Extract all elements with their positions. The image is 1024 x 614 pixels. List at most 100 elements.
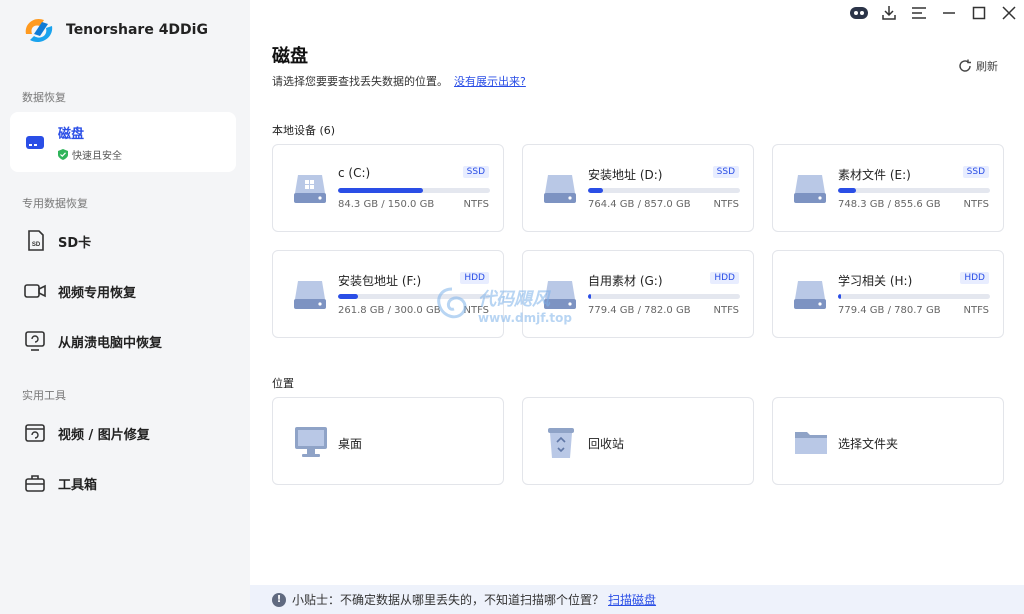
drive-size: 779.4 GB / 780.7 GB — [838, 305, 941, 316]
drive-type-badge: HDD — [710, 272, 739, 284]
assistant-button[interactable] — [844, 0, 874, 26]
repair-icon — [24, 422, 46, 444]
drive-filesystem: NTFS — [963, 199, 989, 210]
maximize-button[interactable] — [964, 0, 994, 26]
watermark-title: 代码飓风 — [478, 289, 550, 310]
menu-button[interactable] — [904, 0, 934, 26]
window-controls — [844, 0, 1024, 26]
drive-type-badge: HDD — [460, 272, 489, 284]
locations-label: 位置 — [272, 377, 294, 390]
refresh-label: 刷新 — [976, 60, 998, 73]
drive-usage-fill — [588, 188, 604, 193]
scan-disk-link[interactable]: 扫描磁盘 — [608, 591, 656, 608]
hard-drive-icon — [544, 175, 576, 203]
close-icon — [1002, 6, 1016, 20]
drive-usage-bar — [838, 294, 990, 299]
page-subtitle-text: 请选择您要要查找丢失数据的位置。 — [272, 75, 448, 88]
location-card-desktop[interactable]: 桌面 — [272, 397, 504, 485]
robot-icon — [850, 7, 868, 19]
hard-drive-icon — [794, 281, 826, 309]
download-icon — [882, 6, 896, 20]
sidebar-item-toolbox[interactable]: 工具箱 — [10, 458, 236, 508]
drive-usage-fill — [338, 294, 358, 299]
drive-size: 84.3 GB / 150.0 GB — [338, 199, 435, 210]
section-label-data-recovery: 数据恢复 — [22, 91, 66, 104]
minimize-button[interactable] — [934, 0, 964, 26]
drive-name: 学习相关 (H:) — [838, 274, 913, 288]
drive-usage-bar — [588, 188, 740, 193]
drive-usage-fill — [338, 188, 424, 193]
sidebar-item-label: 磁盘 — [58, 126, 85, 142]
location-name: 桌面 — [338, 437, 363, 451]
sidebar-item-label: 视频 / 图片修复 — [58, 427, 150, 443]
page-title: 磁盘 — [272, 46, 308, 67]
local-devices-label: 本地设备 (6) — [272, 124, 336, 137]
crash-pc-icon — [24, 330, 46, 352]
drive-size: 764.4 GB / 857.0 GB — [588, 199, 691, 210]
watermark: 代码飓风 www.dmjf.top — [432, 285, 572, 325]
section-label-special-recovery: 专用数据恢复 — [22, 197, 88, 210]
sidebar-item-label: SD卡 — [58, 235, 92, 251]
drive-type-badge: SSD — [962, 166, 989, 178]
sidebar-item-label: 工具箱 — [58, 477, 98, 493]
sidebar-item-disk[interactable]: 磁盘 快速且安全 — [10, 112, 236, 172]
drive-name: 安装包地址 (F:) — [338, 274, 422, 288]
drive-filesystem: NTFS — [713, 199, 739, 210]
location-card-recycle-bin[interactable]: 回收站 — [522, 397, 754, 485]
not-shown-link[interactable]: 没有展示出来? — [454, 75, 526, 88]
hard-drive-icon — [294, 281, 326, 309]
disk-icon — [24, 131, 46, 153]
location-name: 回收站 — [588, 437, 625, 451]
hard-drive-icon — [794, 175, 826, 203]
shield-icon — [58, 148, 68, 160]
drive-usage-bar — [338, 188, 490, 193]
refresh-button[interactable]: 刷新 — [958, 58, 998, 74]
drive-usage-bar — [838, 188, 990, 193]
drive-name: 安装地址 (D:) — [588, 168, 663, 182]
drive-filesystem: NTFS — [463, 199, 489, 210]
info-icon: ! — [272, 592, 286, 607]
desktop-icon — [295, 427, 327, 457]
tip-text: 小贴士：不确定数据从哪里丢失的，不知道扫描哪个位置？ — [292, 593, 605, 607]
drive-name: 素材文件 (E:) — [838, 168, 911, 182]
sidebar-item-video-photo-repair[interactable]: 视频 / 图片修复 — [10, 408, 236, 458]
drive-usage-fill — [838, 188, 857, 193]
maximize-icon — [972, 6, 986, 20]
refresh-icon — [959, 59, 971, 72]
location-card-choose-folder[interactable]: 选择文件夹 — [772, 397, 1004, 485]
tip-bar: ! 小贴士：不确定数据从哪里丢失的，不知道扫描哪个位置？ 扫描磁盘 — [250, 585, 1024, 614]
app-logo-icon — [25, 18, 53, 43]
drive-card[interactable]: 安装地址 (D:) SSD 764.4 GB / 857.0 GB NTFS — [522, 144, 754, 232]
sidebar-item-sublabel: 快速且安全 — [72, 150, 122, 162]
drive-usage-fill — [588, 294, 592, 299]
drive-type-badge: SSD — [462, 166, 489, 178]
sidebar-item-video-recovery[interactable]: 视频专用恢复 — [10, 266, 236, 316]
drive-type-badge: SSD — [712, 166, 739, 178]
close-button[interactable] — [994, 0, 1024, 26]
location-name: 选择文件夹 — [838, 437, 899, 451]
sidebar-item-sd-card[interactable]: SD SD卡 — [10, 216, 236, 266]
folder-icon — [795, 432, 827, 454]
drive-card[interactable]: 学习相关 (H:) HDD 779.4 GB / 780.7 GB NTFS — [772, 250, 1004, 338]
sidebar: Tenorshare 4DDiG 数据恢复 磁盘 快速且安全 专用数据恢复 SD… — [0, 0, 250, 614]
sd-card-icon: SD — [24, 230, 46, 252]
sidebar-item-crash-pc[interactable]: 从崩溃电脑中恢复 — [10, 316, 236, 366]
app-logo: Tenorshare 4DDiG — [20, 12, 208, 48]
app-name: Tenorshare 4DDiG — [66, 22, 208, 38]
section-label-tools: 实用工具 — [22, 389, 66, 402]
drive-card[interactable]: 素材文件 (E:) SSD 748.3 GB / 855.6 GB NTFS — [772, 144, 1004, 232]
drive-usage-bar — [588, 294, 740, 299]
drive-type-badge: HDD — [960, 272, 989, 284]
sidebar-item-label: 从崩溃电脑中恢复 — [58, 335, 163, 351]
toolbox-icon — [24, 472, 46, 494]
sidebar-item-label: 视频专用恢复 — [58, 285, 137, 301]
drive-card[interactable]: c (C:) SSD 84.3 GB / 150.0 GB NTFS — [272, 144, 504, 232]
download-button[interactable] — [874, 0, 904, 26]
drive-name: 自用素材 (G:) — [588, 274, 663, 288]
recycle-bin-icon — [548, 428, 574, 458]
drive-size: 748.3 GB / 855.6 GB — [838, 199, 941, 210]
watermark-logo-icon — [437, 287, 467, 319]
page-subtitle: 请选择您要要查找丢失数据的位置。 没有展示出来? — [272, 73, 526, 89]
video-icon — [24, 280, 46, 302]
svg-text:SD: SD — [32, 242, 41, 248]
